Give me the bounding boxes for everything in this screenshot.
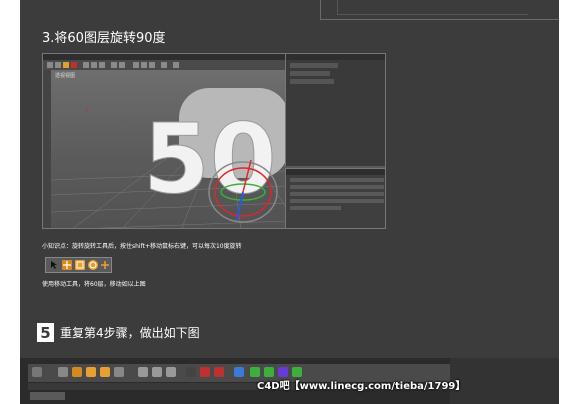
rotate-icon[interactable] [88,260,98,270]
step5-heading: 5 重复第4步骤，做出如下图 [37,323,200,342]
viewport-scene: 50 ↓ [51,88,313,228]
tutorial-page: 3.将60图层旋转90度 透视视图 50 ↓ 小知识点：旋转旋转工具后，按住sh… [20,0,559,404]
move-icon[interactable] [62,260,72,270]
c4d-viewport[interactable]: 透视视图 50 ↓ [51,70,313,228]
step3-title: 3.将60图层旋转90度 [42,31,166,46]
object-manager-panel[interactable] [285,54,385,166]
c4d-screenshot: 透视视图 50 ↓ [42,53,386,229]
viewport-tag [30,392,65,400]
plus-icon[interactable] [100,260,110,270]
tip-text: 小知识点：旋转旋转工具后，按住shift+移动鼠标右键，可以每次10度旋转 [42,243,242,250]
scale-icon[interactable] [75,260,85,270]
previous-screenshot-frame [320,0,559,20]
c4d-right-panel [450,358,559,404]
c4d-left-toolbar [43,70,51,228]
svg-text:↓: ↓ [85,108,89,114]
transform-tools-strip [45,257,112,273]
step5-number-badge: 5 [37,323,54,342]
attribute-manager-panel[interactable] [285,168,385,228]
move-tip-text: 使用移动工具，将60层，移动如以上图 [42,281,146,288]
step5-text: 重复第4步骤，做出如下图 [60,326,200,340]
cursor-icon[interactable] [49,260,59,270]
watermark: C4D吧【www.linecg.com/tieba/1799】 [257,381,466,392]
